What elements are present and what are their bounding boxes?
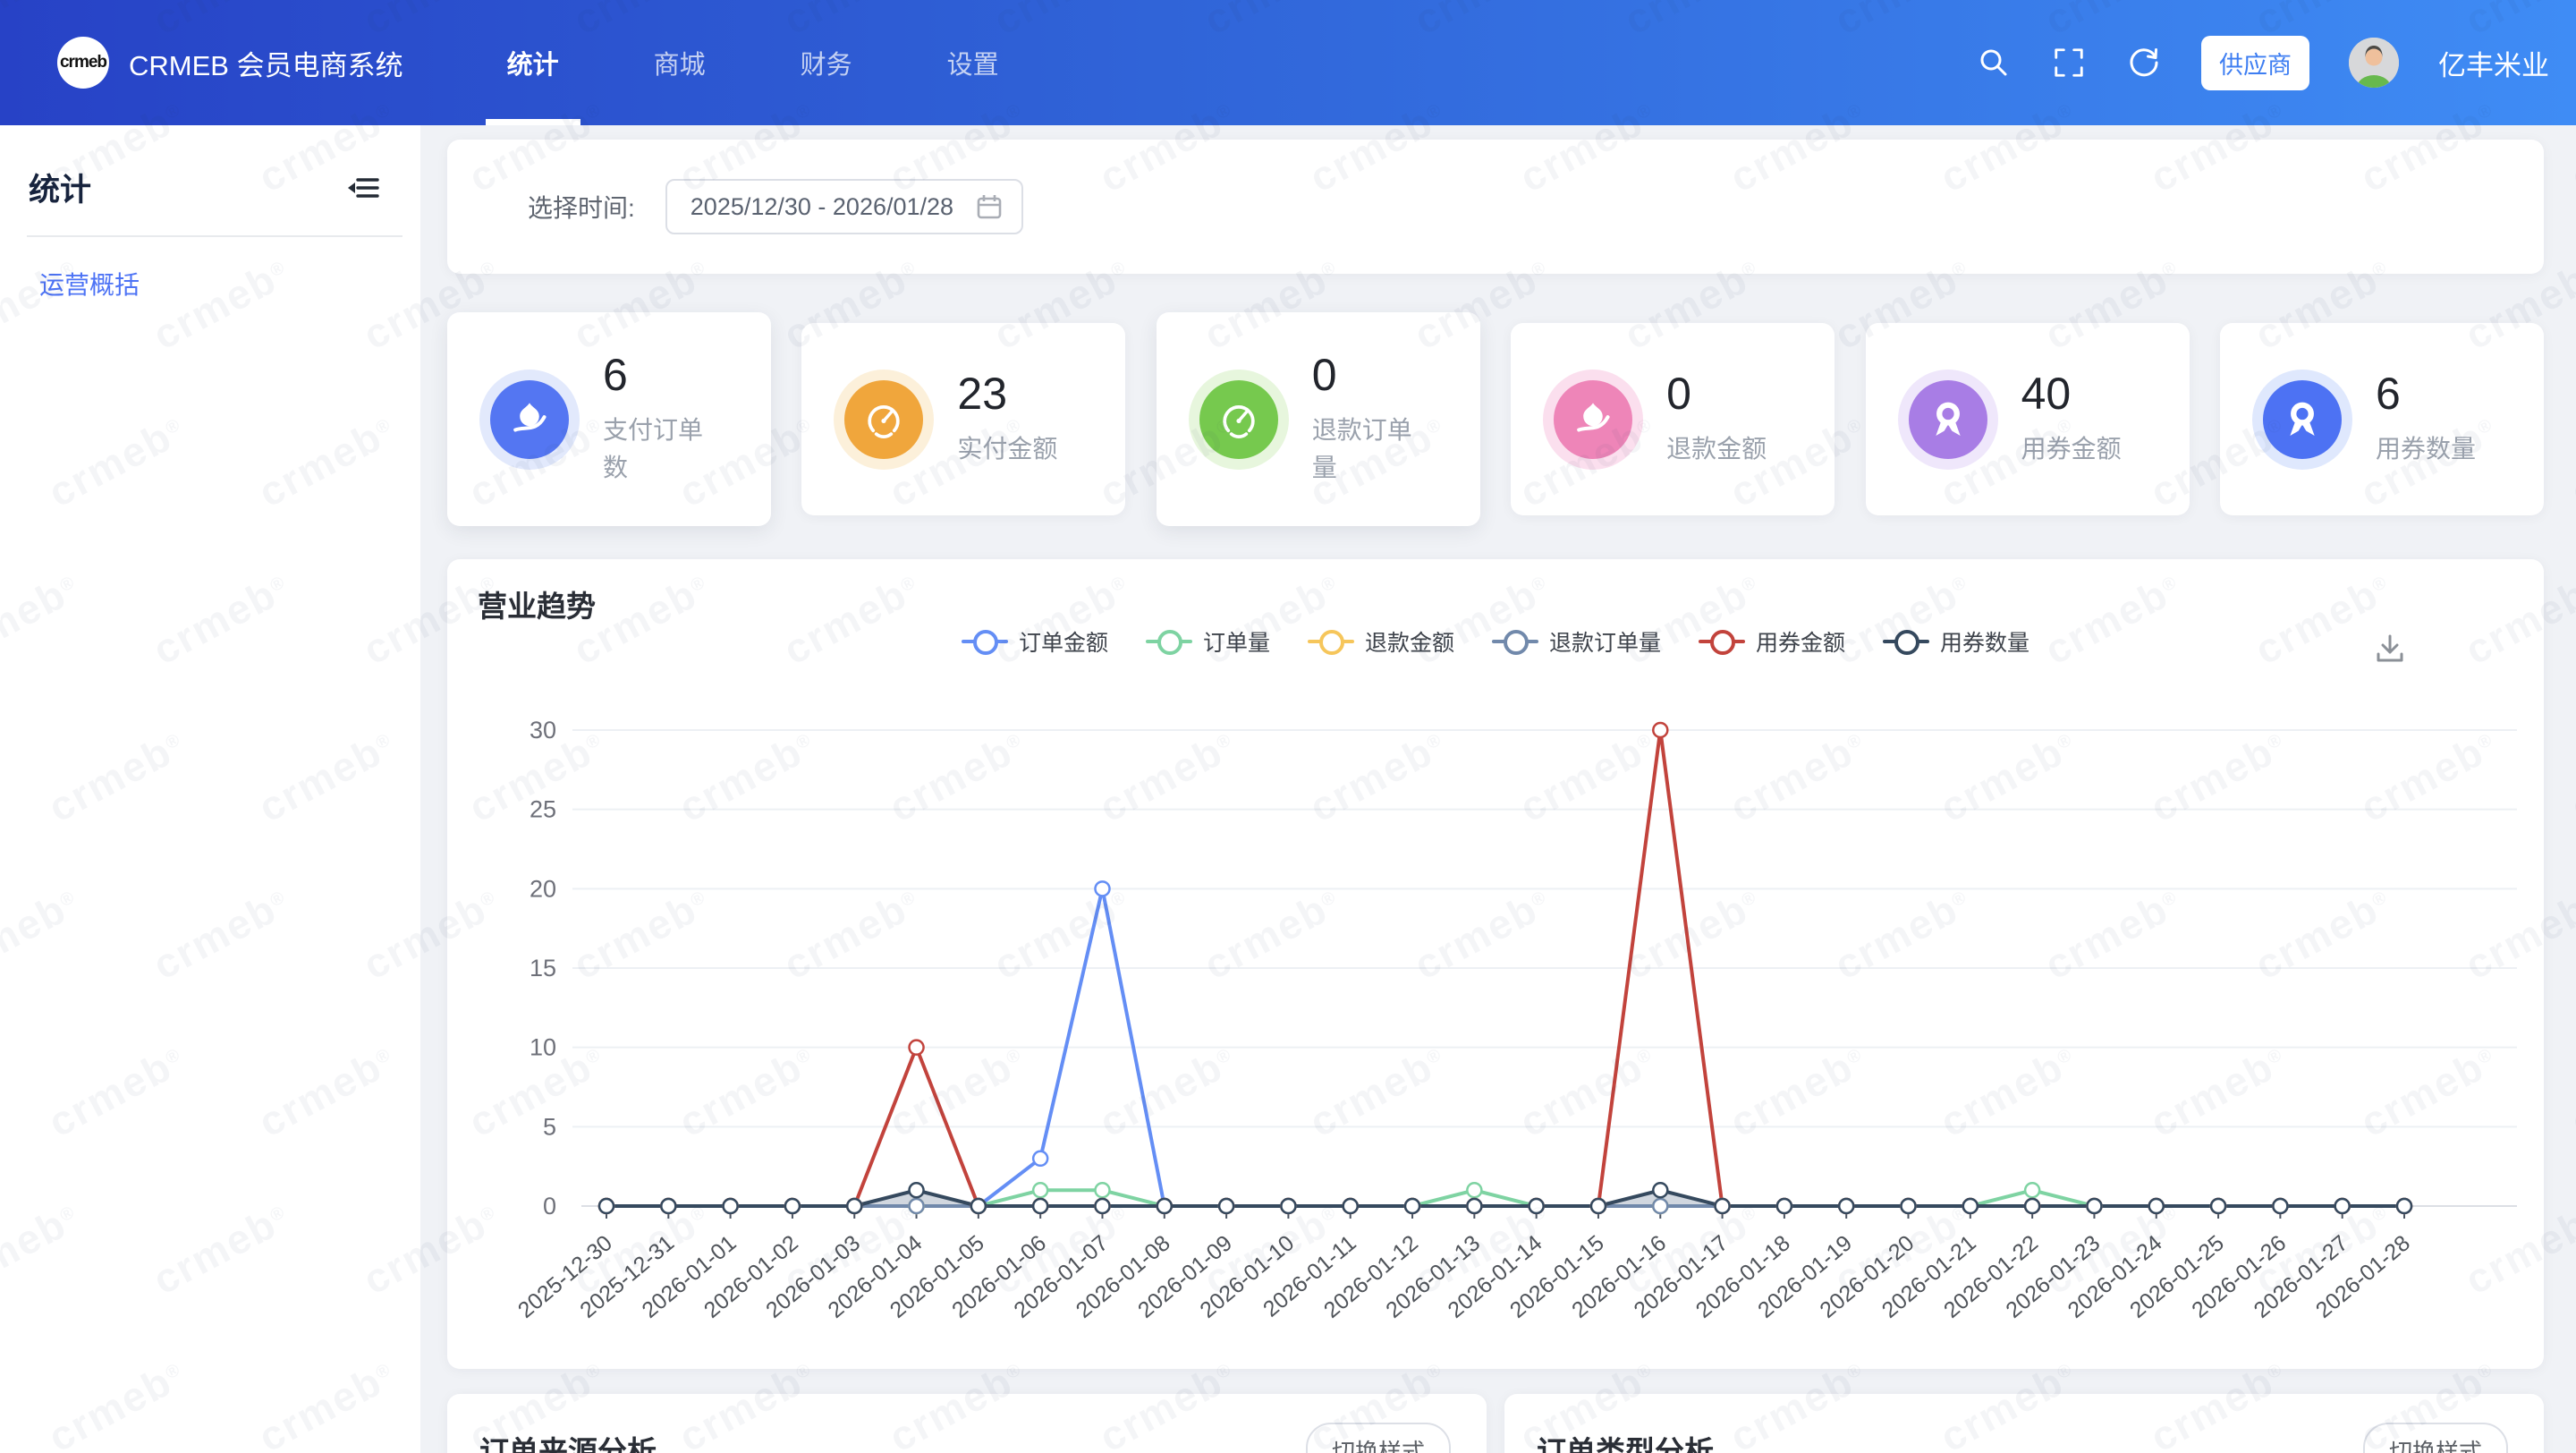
medal-icon xyxy=(1928,399,1969,440)
trend-line-chart: 0510152025302025-12-302025-12-312026-01-… xyxy=(447,559,2544,1369)
tab-statistics[interactable]: 统计 xyxy=(486,0,580,125)
top-navbar: crmeb CRMEB 会员电商系统 统计 商城 财务 设置 供应商 xyxy=(0,0,2576,125)
switch-style-button[interactable]: 切换样式 xyxy=(1306,1423,1451,1453)
tab-settings[interactable]: 设置 xyxy=(926,0,1021,125)
app-title: CRMEB 会员电商系统 xyxy=(129,43,403,83)
stat-value: 23 xyxy=(957,370,1075,418)
refresh-icon[interactable] xyxy=(2126,45,2162,81)
order-type-panel: 订单类型分析 切换样式 xyxy=(1504,1394,2544,1453)
stat-card-coupon-count: 6 用券数量 xyxy=(2220,323,2544,515)
search-icon[interactable] xyxy=(1976,45,2012,81)
stat-value: 40 xyxy=(2021,370,2140,418)
business-trend-card: 营业趋势 订单金额 订单量 退款金额 退款订单量 用券金额 用券数量 05101… xyxy=(447,559,2544,1369)
date-filter-label: 选择时间: xyxy=(528,189,635,225)
panel-title: 订单来源分析 xyxy=(479,1428,657,1453)
stat-card-refund-amount: 0 退款金额 xyxy=(1511,323,1835,515)
stat-label: 退款订单量 xyxy=(1312,412,1430,487)
date-range-input[interactable]: 2025/12/30 - 2026/01/28 xyxy=(665,179,1023,234)
username[interactable]: 亿丰米业 xyxy=(2438,43,2549,83)
stat-card-paid-orders: 6 支付订单数 xyxy=(447,312,771,526)
svg-text:25: 25 xyxy=(530,796,556,823)
tulip-icon xyxy=(509,399,550,440)
stat-label: 实付金额 xyxy=(957,430,1075,468)
gauge-icon xyxy=(1218,399,1259,440)
sidebar: 统计 运营概括 xyxy=(0,125,420,1453)
stat-card-paid-amount: 23 实付金额 xyxy=(801,323,1125,515)
svg-text:15: 15 xyxy=(530,955,556,981)
supplier-badge[interactable]: 供应商 xyxy=(2201,36,2309,90)
stat-label: 用券数量 xyxy=(2376,430,2494,468)
logo-text: crmeb xyxy=(60,53,106,72)
stat-label: 退款金额 xyxy=(1666,430,1784,468)
filter-card: 选择时间: 2025/12/30 - 2026/01/28 xyxy=(447,140,2544,274)
panel-title: 订单类型分析 xyxy=(1537,1428,1714,1453)
gauge-icon xyxy=(863,399,904,440)
medal-icon xyxy=(2282,399,2323,440)
sidebar-title: 统计 xyxy=(29,165,91,210)
stat-value: 0 xyxy=(1312,352,1430,399)
tab-mall[interactable]: 商城 xyxy=(632,0,727,125)
stat-value: 6 xyxy=(2376,370,2494,418)
stat-card-coupon-amount: 40 用券金额 xyxy=(1866,323,2190,515)
stats-row: 6 支付订单数 23 实付金额 0 退款订单量 0 退款金额 xyxy=(447,312,2544,526)
stat-value: 6 xyxy=(603,352,721,399)
tab-finance[interactable]: 财务 xyxy=(779,0,874,125)
order-source-panel: 订单来源分析 切换样式 xyxy=(447,1394,1487,1453)
svg-text:5: 5 xyxy=(543,1113,556,1140)
switch-style-button[interactable]: 切换样式 xyxy=(2363,1423,2508,1453)
svg-text:10: 10 xyxy=(530,1034,556,1061)
user-avatar[interactable] xyxy=(2349,38,2399,88)
date-range-value: 2025/12/30 - 2026/01/28 xyxy=(691,193,975,221)
crmeb-dashboard: crmeb CRMEB 会员电商系统 统计 商城 财务 设置 供应商 xyxy=(0,0,2576,1453)
tulip-icon xyxy=(1572,399,1614,440)
svg-text:30: 30 xyxy=(530,717,556,743)
sidebar-item-operations-overview[interactable]: 运营概括 xyxy=(0,266,420,302)
crmeb-logo[interactable]: crmeb xyxy=(57,37,109,89)
fullscreen-icon[interactable] xyxy=(2051,45,2087,81)
avatar-person-icon xyxy=(2349,38,2399,88)
calendar-icon xyxy=(975,192,1004,221)
stat-value: 0 xyxy=(1666,370,1784,418)
main-nav: 统计 商城 财务 设置 xyxy=(486,0,1072,125)
collapse-sidebar-icon[interactable] xyxy=(345,170,381,206)
stat-label: 支付订单数 xyxy=(603,412,721,487)
stat-card-refund-orders: 0 退款订单量 xyxy=(1157,312,1480,526)
svg-text:0: 0 xyxy=(543,1193,556,1219)
navbar-right: 供应商 亿丰米业 xyxy=(1976,0,2549,125)
svg-text:20: 20 xyxy=(530,875,556,902)
divider xyxy=(27,235,402,237)
stat-label: 用券金额 xyxy=(2021,430,2140,468)
